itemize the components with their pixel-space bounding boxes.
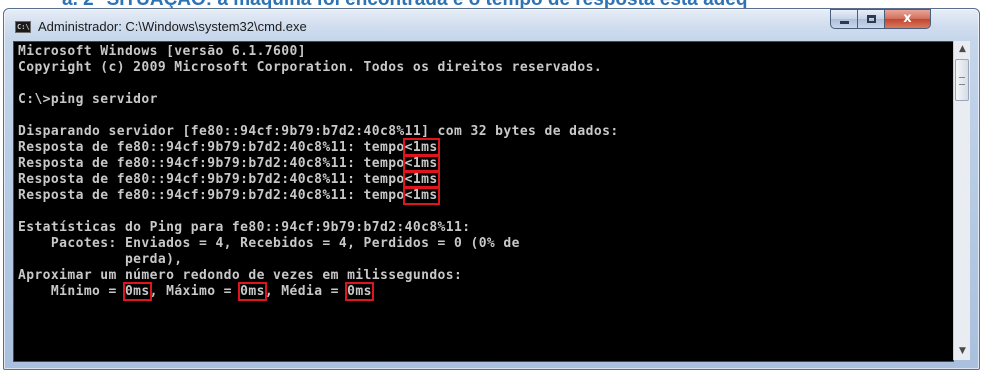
console-line: Mínimo = 0ms, Máximo = 0ms, Média = 0ms bbox=[18, 282, 374, 301]
highlighted-value: 0ms bbox=[345, 282, 374, 301]
console-line: Resposta de fe80::94cf:9b79:b7d2:40c8%11… bbox=[18, 138, 440, 157]
vertical-scrollbar[interactable]: ▲ ▼ bbox=[953, 41, 970, 360]
highlighted-value: <1ms bbox=[402, 186, 440, 205]
scroll-up-icon[interactable]: ▲ bbox=[954, 41, 971, 58]
scroll-thumb[interactable] bbox=[955, 59, 969, 101]
document-heading-text: a. 2° SITUAÇÃO: a máquina foi encontrada… bbox=[62, 0, 747, 9]
highlighted-value: <1ms bbox=[402, 170, 440, 189]
console-line: Pacotes: Enviados = 4, Recebidos = 4, Pe… bbox=[18, 236, 520, 251]
window-title: Administrador: C:\Windows\system32\cmd.e… bbox=[38, 19, 307, 34]
highlighted-value: <1ms bbox=[402, 138, 440, 157]
console-line: Copyright (c) 2009 Microsoft Corporation… bbox=[18, 60, 603, 75]
console-output[interactable]: Microsoft Windows [versão 6.1.7600] Copyr… bbox=[13, 41, 954, 362]
console-line: Aproximar um número redondo de vezes em … bbox=[18, 268, 463, 283]
maximize-icon bbox=[867, 15, 876, 23]
console-text: Microsoft Windows [versão 6.1.7600] Copyr… bbox=[18, 44, 619, 301]
close-button[interactable]: x bbox=[884, 9, 931, 29]
minimize-icon bbox=[840, 21, 849, 24]
close-icon: x bbox=[903, 11, 912, 26]
minimize-button[interactable] bbox=[830, 9, 858, 29]
highlighted-value: <1ms bbox=[402, 154, 440, 173]
highlighted-value: 0ms bbox=[238, 282, 267, 301]
console-line: perda), bbox=[18, 252, 183, 267]
console-line: C:\>ping servidor bbox=[18, 92, 158, 107]
title-bar[interactable]: C:\ Administrador: C:\Windows\system32\c… bbox=[4, 9, 979, 41]
console-line: Disparando servidor [fe80::94cf:9b79:b7d… bbox=[18, 124, 619, 139]
scroll-down-icon[interactable]: ▼ bbox=[954, 343, 971, 360]
console-line: Microsoft Windows [versão 6.1.7600] bbox=[18, 44, 306, 59]
console-line: Resposta de fe80::94cf:9b79:b7d2:40c8%11… bbox=[18, 170, 440, 189]
maximize-button[interactable] bbox=[857, 9, 885, 29]
console-line: Resposta de fe80::94cf:9b79:b7d2:40c8%11… bbox=[18, 186, 440, 205]
console-line: Estatísticas do Ping para fe80::94cf:9b7… bbox=[18, 220, 471, 235]
grip-icon bbox=[959, 77, 965, 85]
highlighted-value: 0ms bbox=[122, 282, 152, 301]
cmd-window: C:\ Administrador: C:\Windows\system32\c… bbox=[3, 8, 980, 370]
console-line: Resposta de fe80::94cf:9b79:b7d2:40c8%11… bbox=[18, 154, 440, 173]
cmd-icon: C:\ bbox=[15, 21, 31, 33]
